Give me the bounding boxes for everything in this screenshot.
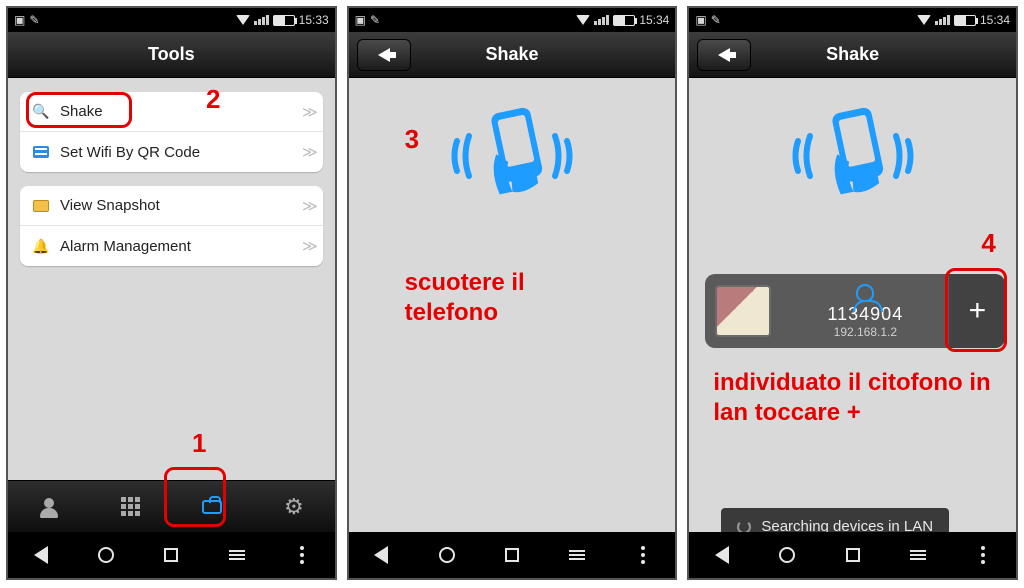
page-title: Shake (826, 44, 879, 65)
back-arrow-icon (718, 48, 730, 62)
annotation-box-4 (945, 268, 1007, 352)
app-header: Shake (349, 32, 676, 78)
signal-icon (254, 15, 269, 25)
status-icon: ✎ (711, 13, 721, 27)
nav-menu[interactable] (562, 550, 592, 560)
annotation-num-4: 4 (981, 228, 995, 259)
row-qr[interactable]: Set Wifi By QR Code ≫ (20, 132, 323, 172)
status-icon: ▣ (14, 13, 25, 27)
clock: 15:34 (639, 13, 669, 27)
battery-icon (273, 15, 295, 26)
device-info: 1134904 192.168.1.2 (781, 284, 949, 339)
nav-back[interactable] (707, 546, 737, 564)
gear-icon: ⚙ (284, 494, 304, 520)
page-title: Shake (485, 44, 538, 65)
chevron-icon: ≫ (302, 197, 315, 215)
device-thumbnail (715, 285, 771, 337)
row-label: Set Wifi By QR Code (60, 144, 302, 161)
annotation-box-1 (164, 467, 226, 527)
nav-more[interactable] (628, 546, 658, 564)
status-icon: ▣ (355, 13, 366, 27)
bell-icon: 🔔 (30, 235, 52, 257)
nav-back[interactable] (366, 546, 396, 564)
row-snapshot[interactable]: View Snapshot ≫ (20, 186, 323, 226)
android-nav (689, 532, 1016, 578)
app-header: Tools (8, 32, 335, 78)
person-icon (40, 498, 58, 516)
device-ip: 192.168.1.2 (781, 325, 949, 339)
signal-icon (594, 15, 609, 25)
list-group-b: View Snapshot ≫ 🔔 Alarm Management ≫ (20, 186, 323, 266)
row-label: Alarm Management (60, 238, 302, 255)
nav-back[interactable] (26, 546, 56, 564)
tab-grid[interactable] (90, 481, 172, 532)
chevron-icon: ≫ (302, 103, 315, 121)
qr-icon (30, 141, 52, 163)
status-icon: ▣ (695, 13, 706, 27)
annotation-box-2 (26, 92, 132, 128)
row-alarm[interactable]: 🔔 Alarm Management ≫ (20, 226, 323, 266)
app-header: Shake (689, 32, 1016, 78)
battery-icon (954, 15, 976, 26)
shake-illustration (778, 96, 928, 216)
content-area: 3 scuotere il telefono (349, 78, 676, 532)
wifi-icon (576, 15, 590, 25)
nav-more[interactable] (968, 546, 998, 564)
person-icon (856, 284, 874, 302)
annotation-num-3: 3 (405, 124, 419, 155)
annotation-text-4: individuato il citofono in lan toccare + (713, 368, 1003, 428)
clock: 15:34 (980, 13, 1010, 27)
back-button[interactable] (357, 39, 411, 71)
row-label: View Snapshot (60, 197, 302, 214)
annotation-num-2: 2 (206, 84, 220, 115)
nav-home[interactable] (432, 547, 462, 563)
nav-more[interactable] (287, 546, 317, 564)
nav-home[interactable] (772, 547, 802, 563)
back-button[interactable] (697, 39, 751, 71)
phone-2: ▣ ✎ 15:34 Shake (347, 6, 678, 580)
grid-icon (121, 497, 140, 516)
nav-menu[interactable] (903, 550, 933, 560)
tab-contacts[interactable] (8, 481, 90, 532)
content-area: 🔍 Shake ≫ Set Wifi By QR Code ≫ View Sna… (8, 78, 335, 480)
nav-menu[interactable] (222, 550, 252, 560)
android-nav (8, 532, 335, 578)
content-area: 1134904 192.168.1.2 + 4 individuato il c… (689, 78, 1016, 532)
image-icon (30, 195, 52, 217)
back-arrow-icon (378, 48, 390, 62)
nav-home[interactable] (91, 547, 121, 563)
chevron-icon: ≫ (302, 237, 315, 255)
status-bar: ▣ ✎ 15:34 (689, 8, 1016, 32)
nav-recent[interactable] (156, 548, 186, 562)
battery-icon (613, 15, 635, 26)
page-title: Tools (148, 44, 195, 65)
status-bar: ▣ ✎ 15:33 (8, 8, 335, 32)
signal-icon (935, 15, 950, 25)
phone-3: ▣ ✎ 15:34 Shake (687, 6, 1018, 580)
chevron-icon: ≫ (302, 143, 315, 161)
searching-toast: Searching devices in LAN (721, 508, 949, 532)
annotation-num-1: 1 (192, 428, 206, 459)
wifi-icon (236, 15, 250, 25)
wifi-icon (917, 15, 931, 25)
shake-illustration (437, 96, 587, 216)
toast-text: Searching devices in LAN (761, 518, 933, 532)
clock: 15:33 (299, 13, 329, 27)
phone-1: ▣ ✎ 15:33 Tools 🔍 Shake ≫ Set Wifi By QR… (6, 6, 337, 580)
nav-recent[interactable] (838, 548, 868, 562)
status-bar: ▣ ✎ 15:34 (349, 8, 676, 32)
android-nav (349, 532, 676, 578)
spinner-icon (737, 520, 751, 533)
annotation-text-3: scuotere il telefono (405, 268, 525, 328)
tab-settings[interactable]: ⚙ (253, 481, 335, 532)
nav-recent[interactable] (497, 548, 527, 562)
status-icon: ✎ (370, 13, 380, 27)
status-icon: ✎ (29, 13, 39, 27)
